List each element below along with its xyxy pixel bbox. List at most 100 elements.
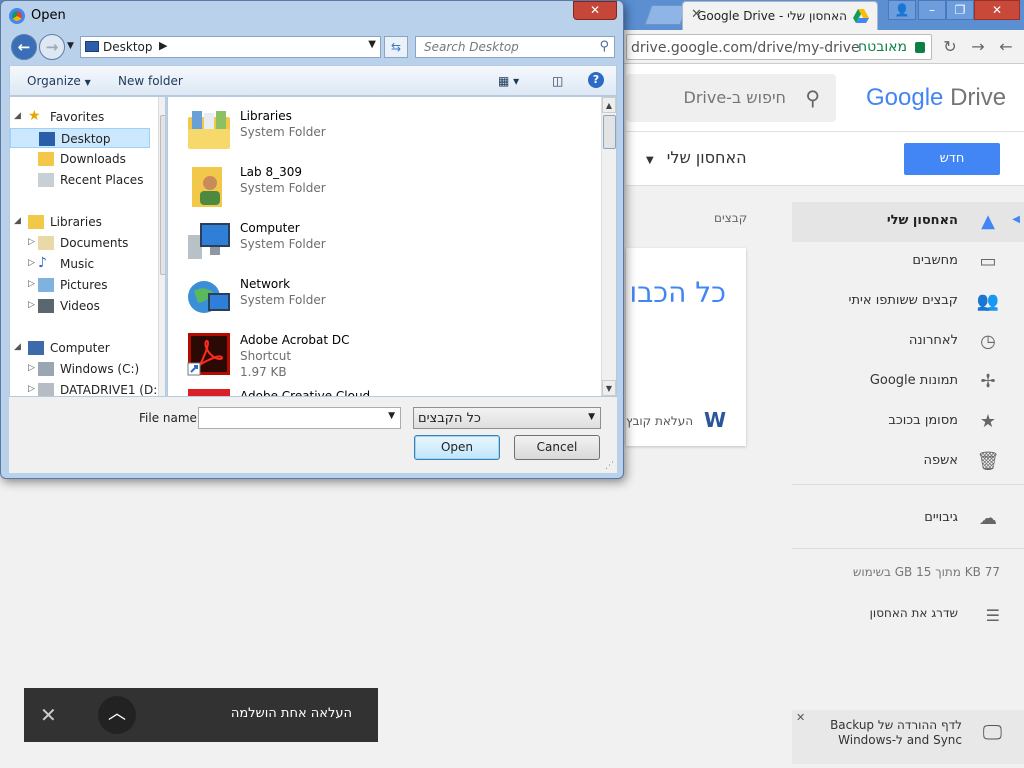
drive-c-icon: [38, 362, 54, 376]
breadcrumb-desktop[interactable]: Desktop: [103, 40, 153, 54]
expand-arrow-icon[interactable]: ▷: [28, 279, 35, 289]
new-button[interactable]: חדש: [904, 143, 1000, 175]
search-placeholder: Search Desktop: [424, 40, 519, 54]
close-icon[interactable]: ✕: [796, 711, 805, 724]
google-drive-logo[interactable]: Google Drive: [866, 84, 1006, 112]
nav-computer[interactable]: ◢ Computer: [10, 338, 150, 358]
browser-tab[interactable]: האחסון שלי - Google Drive ✕: [682, 1, 878, 30]
view-options-icon[interactable]: ▦ ▾: [498, 74, 519, 88]
backup-sync-promo[interactable]: לדף ההורדה של Backup and Sync ל-Windows …: [792, 710, 1024, 764]
nav-music[interactable]: ▷ ♪ Music: [10, 254, 150, 274]
file-type: System Folder: [240, 181, 326, 195]
collapse-arrow-icon[interactable]: ◢: [14, 342, 21, 352]
file-item-acrobat[interactable]: Adobe Acrobat DC Shortcut 1.97 KB: [186, 329, 586, 385]
restore-button[interactable]: ❐: [946, 0, 974, 20]
expand-arrow-icon[interactable]: ▷: [28, 384, 35, 394]
nav-favorites[interactable]: ◢ ★ Favorites: [10, 107, 150, 127]
sidebar-item-recent[interactable]: ◷ לאחרונה: [792, 322, 1000, 362]
file-item-network[interactable]: Network System Folder: [186, 273, 586, 329]
file-item-lab[interactable]: Lab 8_309 System Folder: [186, 161, 586, 217]
open-button[interactable]: Open: [414, 435, 500, 460]
back-button[interactable]: ←: [11, 34, 37, 60]
sidebar-item-trash[interactable]: 🗑 אשפה: [792, 442, 1000, 482]
recent-dropdown-icon[interactable]: ▼: [67, 41, 74, 51]
sidebar-item-photos[interactable]: ✢ תמונות Google: [792, 362, 1000, 402]
refresh-button[interactable]: ⇆: [384, 36, 408, 58]
cancel-button[interactable]: Cancel: [514, 435, 600, 460]
organize-label: Organize: [27, 74, 81, 88]
close-icon[interactable]: ✕: [40, 703, 57, 727]
file-item-creative-cloud[interactable]: Adobe Creative Cloud: [186, 385, 586, 397]
nav-libraries[interactable]: ◢ Libraries: [10, 212, 150, 232]
file-list-scrollbar-thumb[interactable]: [603, 115, 616, 149]
nav-desktop[interactable]: Desktop: [10, 128, 150, 148]
forward-icon[interactable]: →: [968, 37, 988, 57]
collapse-arrow-icon[interactable]: ◢: [14, 111, 21, 121]
trash-icon: 🗑: [976, 451, 1000, 472]
sidebar-item-starred[interactable]: ★ מסומן בכוכב: [792, 402, 1000, 442]
nav-recent-places[interactable]: Recent Places: [10, 170, 150, 190]
browser-close-button[interactable]: ✕: [974, 0, 1020, 20]
collapse-arrow-icon[interactable]: ◢: [14, 216, 21, 226]
videos-icon: [38, 299, 54, 313]
chevron-down-icon[interactable]: ▼: [388, 411, 395, 421]
new-folder-button[interactable]: New folder: [118, 74, 183, 88]
sidebar-item-my-drive[interactable]: ▲ האחסון שלי ◀: [792, 202, 1024, 242]
expand-up-icon[interactable]: ︿: [98, 696, 136, 734]
downloads-folder-icon: [38, 152, 54, 166]
nav-windows-c[interactable]: ▷ Windows (C:): [10, 359, 150, 379]
sidebar-item-label: מחשבים: [912, 253, 958, 268]
welcome-card[interactable]: כל הכבו העלאת קובץ W: [626, 248, 746, 446]
nav-videos[interactable]: ▷ Videos: [10, 296, 150, 316]
chevron-down-icon[interactable]: ▼: [368, 39, 376, 50]
file-item-computer[interactable]: Computer System Folder: [186, 217, 586, 273]
organize-menu[interactable]: Organize ▼: [27, 74, 91, 88]
file-type-select[interactable]: כל הקבצים ▼: [413, 407, 601, 429]
sidebar-divider: [792, 548, 1024, 549]
nav-label: Desktop: [61, 132, 111, 146]
minimize-button[interactable]: –: [918, 0, 946, 20]
expand-arrow-icon[interactable]: ▷: [28, 300, 35, 310]
nav-label: Downloads: [60, 152, 126, 166]
user-folder-icon: [192, 167, 222, 207]
nav-downloads[interactable]: Downloads: [10, 149, 150, 169]
search-icon[interactable]: ⚲: [805, 86, 820, 110]
upload-toast: העלאה אחת הושלמה ︿ ✕: [24, 688, 378, 742]
expand-arrow-icon[interactable]: ▷: [28, 258, 35, 268]
sidebar-item-backups[interactable]: ☁ גיבויים: [792, 499, 1000, 539]
nav-pictures[interactable]: ▷ Pictures: [10, 275, 150, 295]
my-drive-dropdown[interactable]: האחסון שלי ▼: [646, 148, 747, 167]
resize-grip-icon[interactable]: ⋰: [605, 461, 614, 471]
tab-close-icon[interactable]: ✕: [691, 7, 702, 22]
reload-icon[interactable]: ↻: [940, 37, 960, 57]
nav-datadrive[interactable]: ▷ DATADRIVE1 (D:): [10, 380, 162, 396]
upgrade-icon: ☰: [985, 606, 1000, 625]
expand-arrow-icon[interactable]: ◀: [1012, 214, 1020, 225]
nav-label: Windows (C:): [60, 362, 140, 376]
scroll-up-icon[interactable]: ▲: [602, 97, 616, 113]
file-name-input[interactable]: ▼: [198, 407, 401, 429]
drive-search-input[interactable]: חיפוש ב-Drive ⚲: [626, 74, 836, 122]
nav-documents[interactable]: ▷ Documents: [10, 233, 150, 253]
help-icon[interactable]: ?: [588, 72, 604, 88]
expand-arrow-icon[interactable]: ▷: [28, 237, 35, 247]
dialog-search-input[interactable]: Search Desktop ⚲: [415, 36, 615, 58]
sidebar-item-computers[interactable]: ▭ מחשבים: [792, 242, 1000, 282]
upgrade-storage-link[interactable]: ☰ שדרג את האחסון: [800, 604, 1000, 628]
expand-arrow-icon[interactable]: ▷: [28, 363, 35, 373]
file-name: Adobe Creative Cloud: [240, 389, 371, 397]
sidebar-item-shared[interactable]: 👥 קבצים ששותפו איתי: [792, 282, 1000, 322]
file-name: Adobe Acrobat DC: [240, 333, 350, 347]
file-item-libraries[interactable]: Libraries System Folder: [186, 105, 586, 161]
nav-label: Favorites: [50, 110, 105, 124]
breadcrumb-arrow-icon[interactable]: ▶: [159, 39, 167, 52]
preview-pane-icon[interactable]: ◫: [552, 74, 563, 88]
dialog-close-button[interactable]: ✕: [573, 1, 617, 20]
profile-button[interactable]: 👤: [888, 0, 916, 20]
back-icon[interactable]: ←: [996, 37, 1016, 57]
forward-button[interactable]: →: [39, 34, 65, 60]
address-bar[interactable]: drive.google.com/drive/my-drive מאובטח: [626, 34, 932, 60]
nav-scrollbar-thumb[interactable]: [160, 115, 165, 275]
scroll-down-icon[interactable]: ▼: [602, 380, 616, 396]
address-breadcrumb[interactable]: Desktop ▶ ▼: [80, 36, 381, 58]
